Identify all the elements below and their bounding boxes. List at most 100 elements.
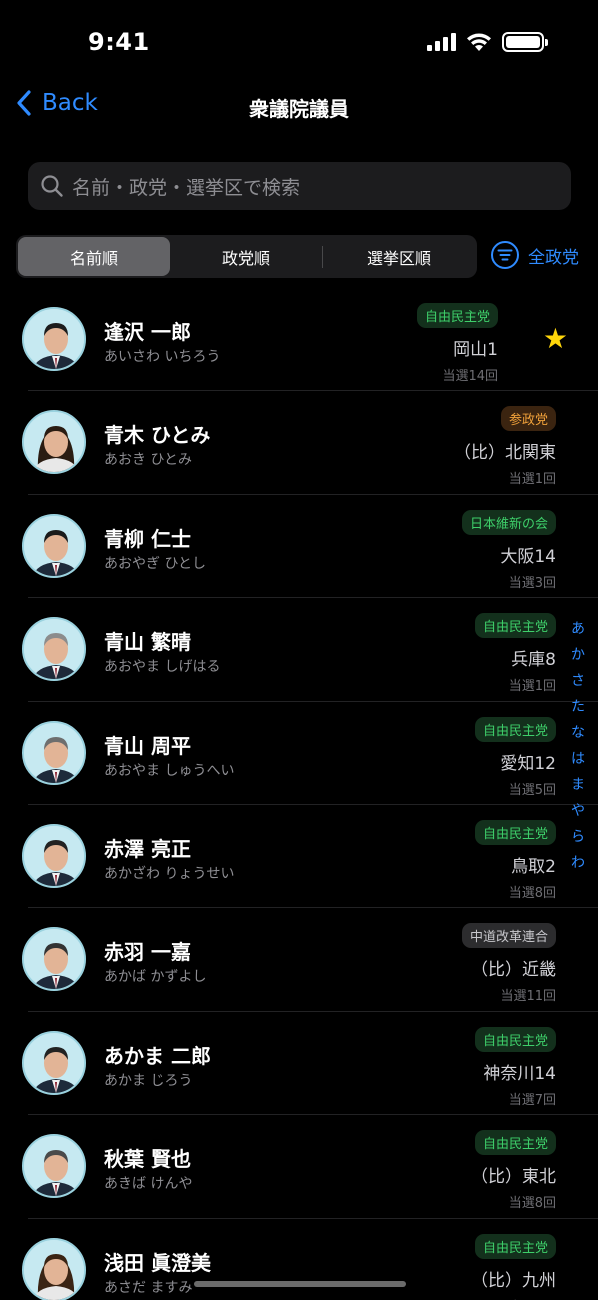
party-badge: 自由民主党 <box>474 716 556 742</box>
party-filter-label: 全政党 <box>528 247 579 268</box>
member-district: （比）北関東 <box>454 443 556 464</box>
index-letter[interactable]: や <box>571 804 585 818</box>
member-row[interactable]: 浅田 眞澄美あさだ ますみ 自由民主党 （比）九州当選1回 <box>0 1219 598 1300</box>
member-district: 愛知12 <box>500 753 556 774</box>
index-letter[interactable]: か <box>571 648 585 662</box>
member-terms: 当選1回 <box>508 679 556 695</box>
member-kana: あかざわ りょうせい <box>104 865 235 882</box>
member-terms: 当選1回 <box>509 1296 556 1300</box>
tab-sort-district[interactable]: 選挙区順 <box>323 237 475 276</box>
member-avatar <box>22 410 86 475</box>
party-badge: 自由民主党 <box>474 819 556 845</box>
member-meta: 自由民主党 （比）東北 当選8回 <box>471 1130 556 1211</box>
member-meta: 自由民主党 神奈川14 当選7回 <box>474 1026 556 1108</box>
member-name: 青山 周平 <box>104 733 191 758</box>
member-meta: 自由民主党 兵庫8 当選1回 <box>474 613 556 695</box>
member-terms: 当選1回 <box>508 472 556 488</box>
member-name: 青山 繁晴 <box>104 630 191 655</box>
party-badge: 中道改革連合 <box>461 923 556 949</box>
index-letter[interactable]: ま <box>571 778 585 792</box>
index-letter[interactable]: は <box>571 752 585 766</box>
status-time: 9:41 <box>88 28 150 56</box>
member-district: 神奈川14 <box>483 1063 556 1084</box>
member-meta: 中道改革連合 （比）近畿 当選11回 <box>461 923 556 1004</box>
member-terms: 当選14回 <box>442 369 498 384</box>
member-name: 赤澤 亮正 <box>104 836 191 861</box>
sort-segmented-control: 名前順 政党順 選挙区順 <box>16 235 477 278</box>
member-meta: 自由民主党鳥取2 当選8回 <box>474 819 556 901</box>
member-avatar <box>22 927 86 992</box>
party-filter-button[interactable]: 全政党 <box>490 240 579 270</box>
member-meta: 自由民主党岡山1 当選14回 <box>416 303 498 384</box>
index-letter[interactable]: ら <box>571 830 585 844</box>
member-terms: 当選8回 <box>508 1196 556 1212</box>
member-row[interactable]: 青山 繁晴 あおやま しげはる 自由民主党 兵庫8 当選1回 <box>0 598 598 702</box>
member-kana: あいさわ いちろう <box>104 349 221 365</box>
member-district: 兵庫8 <box>511 650 556 671</box>
index-letter[interactable]: わ <box>571 856 585 870</box>
member-terms: 当選8回 <box>508 885 556 901</box>
kana-index-bar[interactable]: あかさたなはまやらわ <box>568 622 588 870</box>
wifi-icon <box>467 33 491 51</box>
member-row[interactable]: 赤羽 一嘉 あかば かずよし 中道改革連合 （比）近畿 当選11回 <box>0 908 598 1012</box>
member-name: 秋葉 賢也 <box>104 1147 191 1172</box>
party-badge: 参政党 <box>500 406 556 432</box>
index-letter[interactable]: た <box>571 700 585 714</box>
portrait-icon <box>24 1239 84 1300</box>
member-terms: 当選5回 <box>508 782 556 798</box>
member-kana: あかま じろう <box>104 1072 193 1089</box>
member-avatar <box>22 1237 86 1300</box>
party-badge: 日本維新の会 <box>461 509 556 535</box>
member-name: 青木 ひとみ <box>104 423 211 448</box>
page-title: 衆議院議員 <box>249 97 349 121</box>
party-badge: 自由民主党 <box>474 1026 556 1052</box>
index-letter[interactable]: な <box>571 726 585 740</box>
member-kana: あかば かずよし <box>104 969 207 986</box>
member-meta: 参政党 （比）北関東当選1回 <box>454 406 556 487</box>
member-name: 青柳 仁士 <box>104 526 191 551</box>
search-input[interactable]: 名前・政党・選挙区で検索 <box>28 162 571 210</box>
filter-icon <box>491 241 519 269</box>
member-avatar <box>22 1134 86 1199</box>
member-name: 逢沢 一郎 <box>104 320 191 344</box>
party-badge: 自由民主党 <box>474 1233 556 1259</box>
portrait-icon <box>24 722 84 783</box>
member-avatar <box>22 720 86 785</box>
portrait-icon <box>24 1136 84 1197</box>
portrait-icon <box>24 412 84 473</box>
member-kana: あおき ひとみ <box>104 452 193 469</box>
member-kana: あおやぎ ひとし <box>104 555 207 572</box>
member-name: 浅田 眞澄美 <box>104 1250 211 1275</box>
member-name: 赤羽 一嘉 <box>104 940 191 965</box>
member-row[interactable]: 赤澤 亮正あかざわ りょうせい 自由民主党鳥取2 当選8回 <box>0 805 598 909</box>
member-avatar <box>22 617 86 682</box>
member-district: （比）九州 <box>471 1270 556 1291</box>
portrait-icon <box>24 515 84 576</box>
member-row[interactable]: 逢沢 一郎あいさわ いちろう 自由民主党岡山1 当選14回 ★ <box>0 288 598 392</box>
member-kana: あおやま しげはる <box>104 659 221 676</box>
member-district: 岡山1 <box>453 340 498 360</box>
member-district: 鳥取2 <box>511 856 556 877</box>
index-letter[interactable]: あ <box>571 622 585 636</box>
nav-bar: Back 衆議院議員 <box>0 80 598 136</box>
search-icon <box>41 175 63 197</box>
party-badge: 自由民主党 <box>416 303 498 328</box>
member-kana: あきば けんや <box>104 1176 193 1193</box>
member-row[interactable]: 秋葉 賢也あきば けんや 自由民主党 （比）東北 当選8回 <box>0 1115 598 1219</box>
status-icons <box>427 32 548 52</box>
tab-sort-party[interactable]: 政党順 <box>170 237 322 276</box>
portrait-icon <box>24 825 84 886</box>
member-row[interactable]: 青柳 仁士 あおやぎ ひとし 日本維新の会 大阪14 当選3回 <box>0 495 598 599</box>
member-avatar <box>22 823 86 888</box>
member-row[interactable]: あかま 二郎 あかま じろう 自由民主党 神奈川14 当選7回 <box>0 1012 598 1116</box>
index-letter[interactable]: さ <box>571 674 585 688</box>
member-meta: 自由民主党愛知12 当選5回 <box>474 716 556 798</box>
home-indicator <box>194 1281 406 1287</box>
member-district: （比）近畿 <box>471 960 556 981</box>
member-avatar <box>22 513 86 578</box>
member-row[interactable]: 青木 ひとみあおき ひとみ 参政党 （比）北関東当選1回 <box>0 391 598 495</box>
member-row[interactable]: 青山 周平 あおやま しゅうへい 自由民主党 愛知12 当選5回 <box>0 702 598 805</box>
favorite-star-icon[interactable]: ★ <box>543 325 568 353</box>
tab-sort-name[interactable]: 名前順 <box>18 237 170 276</box>
search-placeholder: 名前・政党・選挙区で検索 <box>72 176 301 199</box>
